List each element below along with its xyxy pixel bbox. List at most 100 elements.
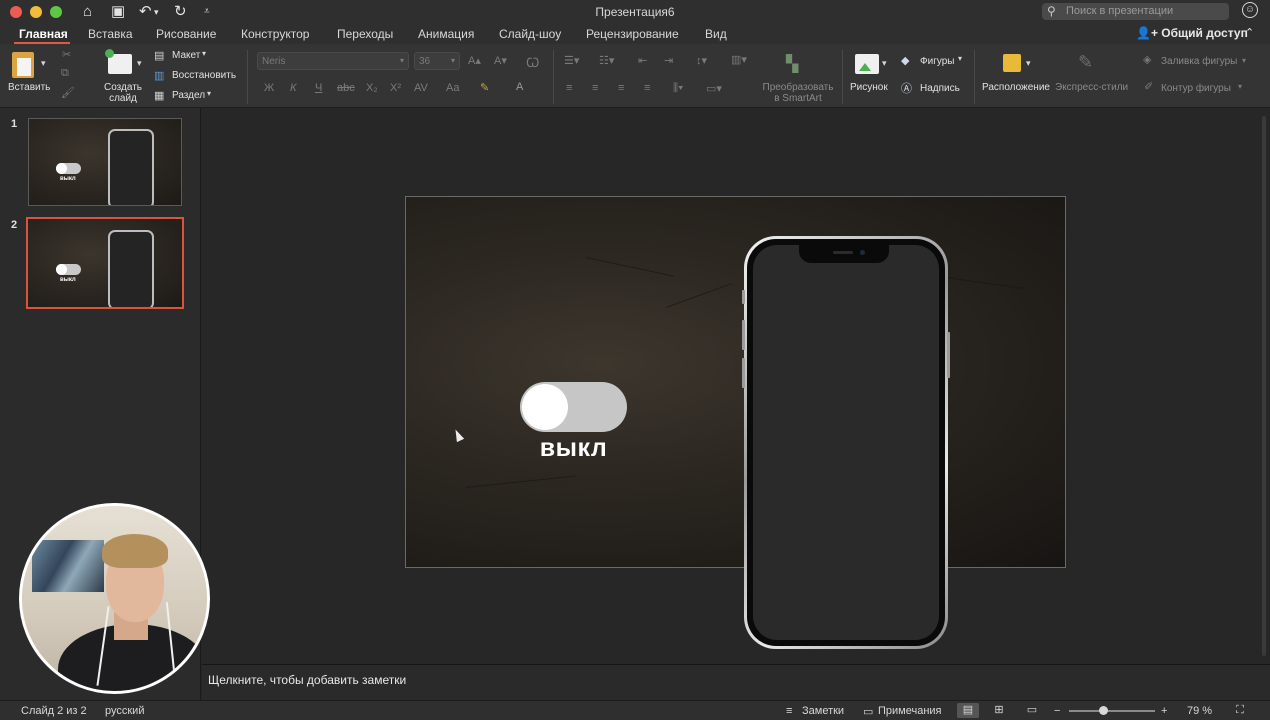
paste-dropdown-icon[interactable]: ▾ xyxy=(41,58,46,69)
align-center-icon[interactable]: ≡ xyxy=(592,82,598,94)
increase-indent-icon[interactable]: ⇥ xyxy=(664,54,673,67)
line-spacing-icon[interactable]: ↕▾ xyxy=(696,54,707,67)
new-slide-dropdown-icon[interactable]: ▾ xyxy=(137,58,142,69)
collapse-ribbon-icon[interactable]: ⌃ xyxy=(1245,26,1254,39)
tab-animations[interactable]: Анимация xyxy=(418,27,474,41)
textbox-icon[interactable]: Ⓐ xyxy=(901,80,912,96)
comments-toggle-button[interactable]: Примечания xyxy=(878,705,942,717)
shrink-font-icon[interactable]: A▾ xyxy=(494,54,507,67)
paste-label[interactable]: Вставить xyxy=(8,82,50,93)
share-button[interactable]: 👤+ Общий доступ xyxy=(1136,26,1248,40)
grow-font-icon[interactable]: A▴ xyxy=(468,54,481,67)
text-direction-icon[interactable]: ⫼▾ xyxy=(673,82,683,95)
italic-button[interactable]: К xyxy=(290,82,296,94)
shape-fill-icon[interactable]: ◈ xyxy=(1143,53,1151,66)
picture-dropdown-icon[interactable]: ▾ xyxy=(882,58,887,69)
tab-insert[interactable]: Вставка xyxy=(88,27,133,41)
feedback-smiley-icon[interactable]: ☺ xyxy=(1242,2,1258,18)
picture-icon[interactable] xyxy=(855,54,879,74)
vertical-scrollbar[interactable] xyxy=(1262,116,1266,656)
subscript-button[interactable]: X₂ xyxy=(366,82,378,94)
shapes-icon[interactable]: ◆ xyxy=(901,54,909,67)
format-painter-icon[interactable]: 🖌 xyxy=(61,86,75,99)
notes-toggle-icon[interactable]: ≡ xyxy=(786,705,792,717)
reset-button[interactable]: Восстановить xyxy=(172,70,236,81)
paste-icon[interactable] xyxy=(12,52,34,78)
shape-outline-label[interactable]: Контур фигуры xyxy=(1161,83,1231,94)
copy-icon[interactable]: ⧉ xyxy=(61,67,69,80)
textbox-label[interactable]: Надпись xyxy=(920,83,960,94)
clear-formatting-icon[interactable]: Ꞷ xyxy=(526,53,539,71)
quick-styles-icon[interactable]: ✎ xyxy=(1078,52,1093,73)
shape-outline-dropdown-icon[interactable]: ▾ xyxy=(1238,82,1242,91)
smartart-icon[interactable]: ▚ xyxy=(786,54,798,74)
align-right-icon[interactable]: ≡ xyxy=(618,82,624,94)
shapes-label[interactable]: Фигуры xyxy=(920,56,954,67)
zoom-out-button[interactable]: − xyxy=(1054,705,1060,717)
convert-smartart-label-1[interactable]: Преобразовать xyxy=(760,82,836,93)
font-size-select[interactable]: 36 ▾ xyxy=(414,52,460,70)
new-slide-label-2[interactable]: слайд xyxy=(104,93,142,104)
convert-smartart-label-2[interactable]: в SmartArt xyxy=(760,93,836,104)
section-dropdown-icon[interactable]: ▾ xyxy=(207,89,211,98)
new-slide-icon[interactable] xyxy=(105,49,132,74)
bold-button[interactable]: Ж xyxy=(264,82,274,94)
shape-fill-label[interactable]: Заливка фигуры xyxy=(1161,56,1237,67)
arrange-label[interactable]: Расположение xyxy=(982,82,1050,93)
layout-icon[interactable]: ▤ xyxy=(154,49,164,62)
section-button[interactable]: Раздел xyxy=(172,90,205,101)
zoom-slider[interactable] xyxy=(1069,710,1155,712)
normal-view-button[interactable]: ▤ xyxy=(957,703,979,718)
tab-slideshow[interactable]: Слайд-шоу xyxy=(499,27,561,41)
toggle-switch[interactable] xyxy=(520,382,627,432)
picture-label[interactable]: Рисунок xyxy=(850,82,888,93)
language-indicator[interactable]: русский xyxy=(105,705,144,717)
phone-mockup[interactable] xyxy=(744,236,948,649)
character-spacing-button[interactable]: AV xyxy=(414,82,428,94)
slide-thumbnail-1[interactable]: выкл xyxy=(28,118,182,206)
change-case-button[interactable]: Aa xyxy=(446,82,459,94)
tab-view[interactable]: Вид xyxy=(705,27,727,41)
arrange-dropdown-icon[interactable]: ▾ xyxy=(1026,58,1031,69)
zoom-in-button[interactable]: + xyxy=(1161,705,1167,717)
strikethrough-button[interactable]: abc xyxy=(337,82,355,94)
slide-sorter-view-button[interactable]: ⊞ xyxy=(988,703,1010,718)
font-name-select[interactable]: Neris ▾ xyxy=(257,52,409,70)
tab-review[interactable]: Рецензирование xyxy=(586,27,679,41)
decrease-indent-icon[interactable]: ⇤ xyxy=(638,54,647,67)
notes-pane[interactable]: Щелкните, чтобы добавить заметки xyxy=(202,664,1270,700)
slide-thumbnail-2[interactable]: выкл xyxy=(26,217,184,309)
align-text-icon[interactable]: ▭▾ xyxy=(706,82,722,95)
cut-icon[interactable]: ✂ xyxy=(62,48,71,61)
zoom-slider-thumb[interactable] xyxy=(1099,706,1108,715)
numbering-icon[interactable]: ☷▾ xyxy=(599,54,614,67)
underline-button[interactable]: Ч xyxy=(315,82,322,94)
shape-outline-icon[interactable]: ✐ xyxy=(1144,80,1153,93)
quick-styles-label[interactable]: Экспресс-стили xyxy=(1055,82,1128,93)
fit-to-window-button[interactable]: ⛶ xyxy=(1229,703,1251,718)
search-input[interactable]: ⚲ Поиск в презентации xyxy=(1042,3,1229,20)
arrange-icon[interactable] xyxy=(1003,54,1021,72)
section-icon[interactable]: ▦ xyxy=(154,89,164,102)
superscript-button[interactable]: X² xyxy=(390,82,401,94)
highlight-icon[interactable]: ✎ xyxy=(480,81,489,94)
notes-toggle-button[interactable]: Заметки xyxy=(802,705,844,717)
tab-draw[interactable]: Рисование xyxy=(156,27,216,41)
new-slide-label-1[interactable]: Создать xyxy=(104,82,142,93)
tab-home[interactable]: Главная xyxy=(19,27,68,41)
columns-icon[interactable]: ▥▾ xyxy=(731,53,747,66)
shape-fill-dropdown-icon[interactable]: ▾ xyxy=(1242,56,1246,65)
font-color-icon[interactable]: A xyxy=(516,81,523,93)
layout-dropdown-icon[interactable]: ▾ xyxy=(202,49,206,58)
reset-icon[interactable]: ▥ xyxy=(154,69,164,82)
tab-design[interactable]: Конструктор xyxy=(241,27,309,41)
align-left-icon[interactable]: ≡ xyxy=(566,82,572,94)
current-slide[interactable] xyxy=(405,196,1066,568)
reading-view-button[interactable]: ▭ xyxy=(1021,703,1043,718)
tab-transitions[interactable]: Переходы xyxy=(337,27,393,41)
zoom-level[interactable]: 79 % xyxy=(1187,705,1212,717)
layout-button[interactable]: Макет xyxy=(172,50,200,61)
shapes-dropdown-icon[interactable]: ▾ xyxy=(958,54,962,63)
bullets-icon[interactable]: ☰▾ xyxy=(564,54,579,67)
comments-icon[interactable]: ▭ xyxy=(863,705,873,718)
